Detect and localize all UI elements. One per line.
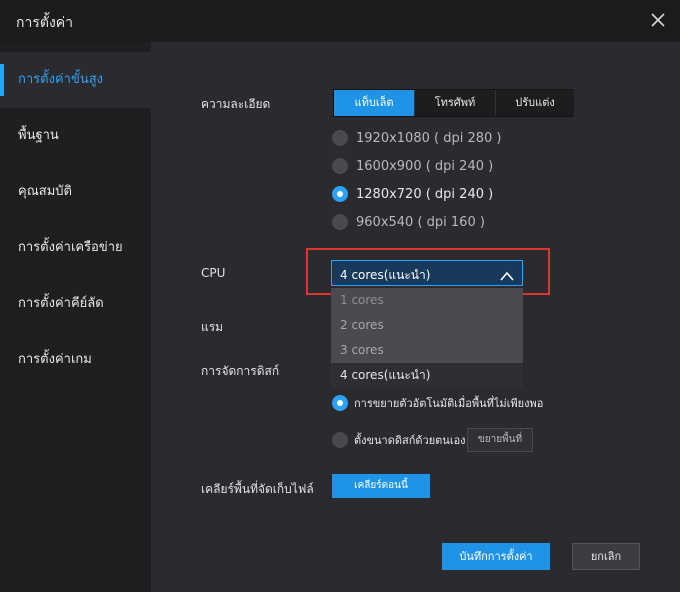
sidebar-item-advanced[interactable]: การตั้งค่าขั้นสูง — [0, 52, 151, 108]
resolution-label: ความละเอียด — [201, 97, 271, 111]
sidebar-item-game[interactable]: การตั้งค่าเกม — [0, 332, 151, 388]
clear-cache-label: เคลียร์พื้นที่จัดเก็บไฟล์ — [201, 482, 314, 496]
close-icon[interactable] — [648, 10, 668, 30]
sidebar-item-label: พื้นฐาน — [18, 128, 59, 143]
clear-now-button[interactable]: เคลียร์ตอนนี้ — [332, 474, 430, 498]
window-title: การตั้งค่า — [16, 15, 74, 31]
tab-phone[interactable]: โทรศัพท์ — [415, 90, 496, 116]
sidebar-item-label: การตั้งค่าเกม — [18, 352, 92, 367]
sidebar-item-label: การตั้งค่าขั้นสูง — [18, 72, 103, 87]
cpu-option[interactable]: 3 cores — [331, 338, 523, 363]
title-bar: การตั้งค่า — [0, 0, 680, 42]
sidebar-item-basic[interactable]: พื้นฐาน — [0, 108, 151, 164]
disk-manual-label: ตั้งขนาดดิสก์ด้วยตนเอง — [354, 434, 466, 447]
radio-button[interactable] — [332, 130, 348, 146]
cpu-dropdown: 1 cores 2 cores 3 cores 4 cores(แนะนำ) — [331, 288, 523, 388]
sidebar-item-shortcuts[interactable]: การตั้งค่าคีย์ลัด — [0, 276, 151, 332]
radio-button[interactable] — [332, 432, 348, 448]
tab-custom[interactable]: ปรับแต่ง — [496, 90, 574, 116]
cancel-button[interactable]: ยกเลิก — [572, 543, 640, 570]
resolution-option-label: 960x540 ( dpi 160 ) — [356, 214, 485, 230]
cpu-select-value: 4 cores(แนะนำ) — [340, 268, 431, 282]
resolution-option-1280[interactable]: 1280x720 ( dpi 240 ) — [332, 184, 493, 204]
radio-button[interactable] — [332, 158, 348, 174]
sidebar: การตั้งค่าขั้นสูง พื้นฐาน คุณสมบัติ การต… — [0, 42, 151, 592]
resolution-option-label: 1920x1080 ( dpi 280 ) — [356, 130, 502, 146]
expand-space-button[interactable]: ขยายพื้นที่ — [467, 428, 533, 452]
cpu-option[interactable]: 1 cores — [331, 288, 523, 313]
sidebar-item-features[interactable]: คุณสมบัติ — [0, 164, 151, 220]
resolution-option-label: 1280x720 ( dpi 240 ) — [356, 186, 494, 202]
disk-manual-option[interactable]: ตั้งขนาดดิสก์ด้วยตนเอง — [332, 431, 466, 449]
save-settings-button[interactable]: บันทึกการตั้งค่า — [442, 543, 550, 570]
disk-auto-expand-label: การขยายตัวอัตโนมัติเมื่อพื้นที่ไม่เพียงพ… — [354, 397, 544, 410]
resolution-option-960[interactable]: 960x540 ( dpi 160 ) — [332, 212, 485, 232]
settings-panel: ความละเอียด แท็บเล็ต โทรศัพท์ ปรับแต่ง 1… — [151, 42, 680, 592]
sidebar-item-label: คุณสมบัติ — [18, 184, 72, 199]
radio-button-selected[interactable] — [332, 395, 348, 411]
tab-tablet[interactable]: แท็บเล็ต — [334, 90, 415, 116]
cpu-label: CPU — [201, 266, 226, 280]
disk-label: การจัดการดิสก์ — [201, 364, 280, 378]
resolution-tabs: แท็บเล็ต โทรศัพท์ ปรับแต่ง — [333, 89, 574, 117]
resolution-option-1600[interactable]: 1600x900 ( dpi 240 ) — [332, 156, 493, 176]
disk-auto-expand-option[interactable]: การขยายตัวอัตโนมัติเมื่อพื้นที่ไม่เพียงพ… — [332, 394, 543, 412]
resolution-option-label: 1600x900 ( dpi 240 ) — [356, 158, 494, 174]
radio-button[interactable] — [332, 214, 348, 230]
sidebar-item-network[interactable]: การตั้งค่าเครือข่าย — [0, 220, 151, 276]
cpu-select[interactable]: 4 cores(แนะนำ) — [331, 260, 523, 286]
radio-button-selected[interactable] — [332, 186, 348, 202]
cpu-option-selected[interactable]: 4 cores(แนะนำ) — [331, 363, 523, 388]
chevron-up-icon — [500, 267, 514, 281]
resolution-option-1920[interactable]: 1920x1080 ( dpi 280 ) — [332, 128, 501, 148]
cpu-option[interactable]: 2 cores — [331, 313, 523, 338]
sidebar-item-label: การตั้งค่าเครือข่าย — [18, 240, 123, 255]
sidebar-item-label: การตั้งค่าคีย์ลัด — [18, 296, 104, 311]
ram-label: แรม — [201, 320, 224, 334]
